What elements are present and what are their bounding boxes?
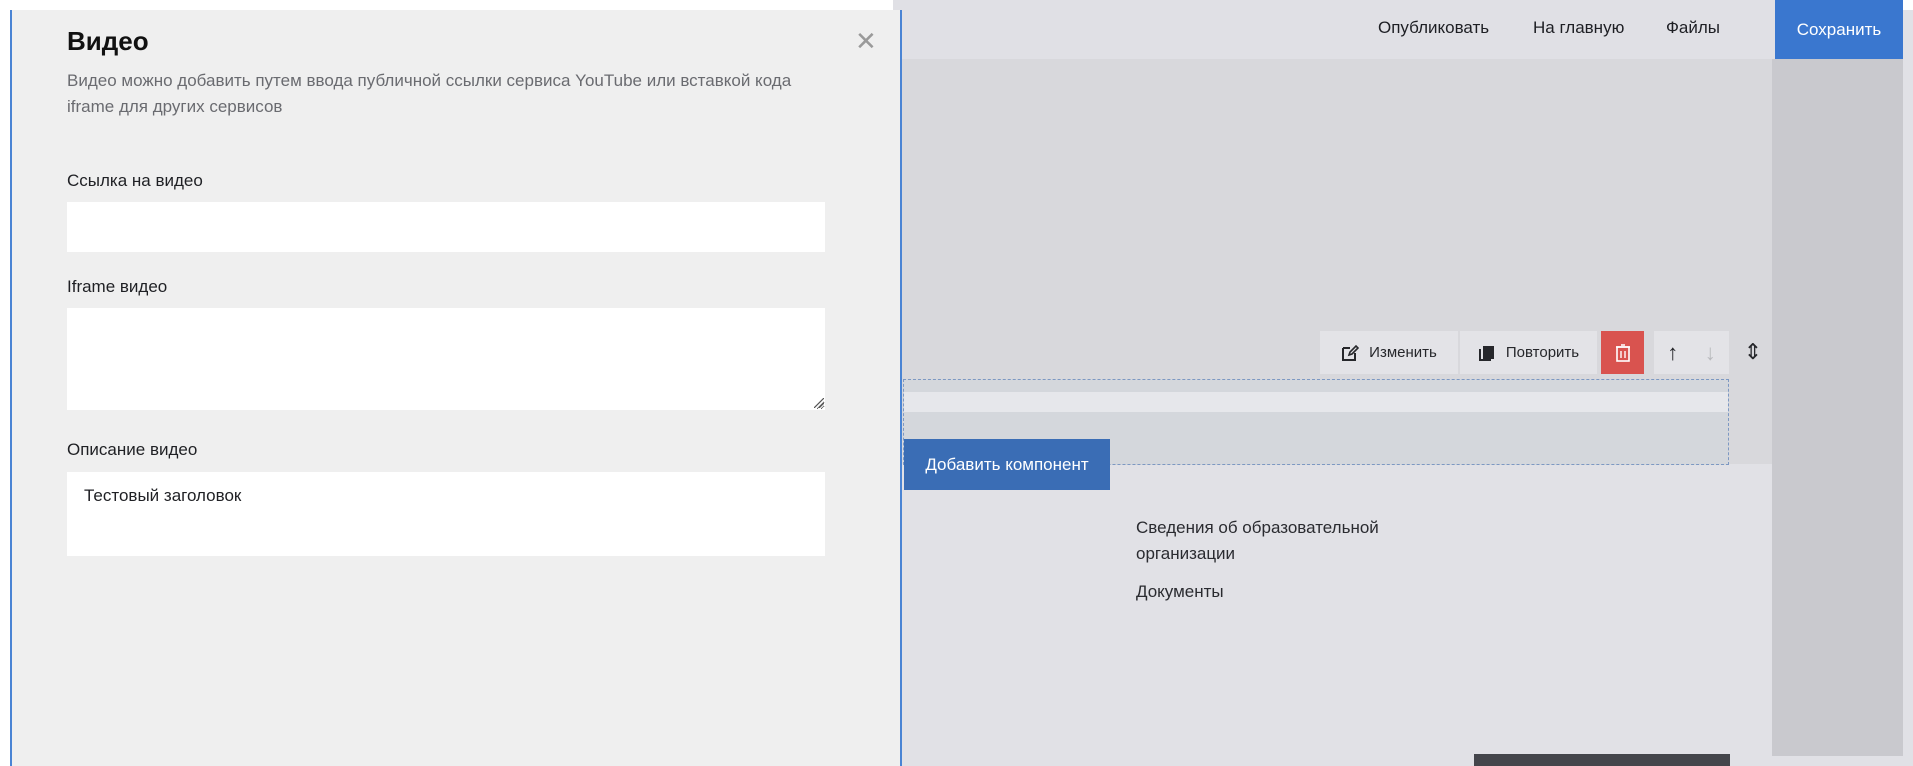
move-vertical-icon[interactable]: ⇕ [1741, 339, 1765, 365]
edit-label: Изменить [1369, 344, 1437, 361]
repeat-label: Повторить [1505, 344, 1580, 361]
iframe-textarea[interactable] [67, 308, 825, 410]
delete-button[interactable] [1601, 331, 1644, 374]
page-preview-lower [893, 464, 1772, 756]
repeat-button[interactable]: Повторить [1460, 331, 1597, 374]
video-link-label: Ссылка на видео [67, 171, 203, 190]
copy-icon [1478, 345, 1494, 361]
edit-button[interactable]: Изменить [1320, 331, 1458, 374]
edit-icon [1342, 344, 1360, 361]
arrow-down-icon[interactable]: ↓ [1705, 340, 1716, 366]
video-description-label: Описание видео [67, 440, 198, 459]
save-button[interactable]: Сохранить [1775, 0, 1903, 59]
video-link-input[interactable] [67, 202, 825, 252]
arrow-up-icon[interactable]: ↑ [1667, 340, 1678, 366]
modal-description: Видео можно добавить путем ввода публичн… [67, 71, 792, 116]
footer-bar [1474, 754, 1730, 766]
reorder-arrows: ↑ ↓ [1654, 331, 1729, 374]
side-strip [1772, 59, 1903, 756]
menu-item-organization[interactable]: Сведения об образовательной организации [1136, 515, 1426, 567]
close-icon[interactable]: ✕ [855, 28, 877, 54]
video-description-field[interactable]: Тестовый заголовок [67, 472, 825, 556]
trash-icon [1615, 343, 1630, 362]
home-link[interactable]: На главную [1533, 18, 1624, 38]
menu-item-documents[interactable]: Документы [1136, 579, 1224, 605]
modal-title: Видео [67, 26, 149, 56]
resize-handle-icon[interactable] [814, 398, 824, 408]
iframe-label: Iframe видео [67, 277, 168, 296]
block-stripe [904, 392, 1728, 412]
publish-link[interactable]: Опубликовать [1378, 18, 1489, 38]
files-link[interactable]: Файлы [1666, 18, 1720, 38]
add-component-button[interactable]: Добавить компонент [904, 439, 1110, 490]
